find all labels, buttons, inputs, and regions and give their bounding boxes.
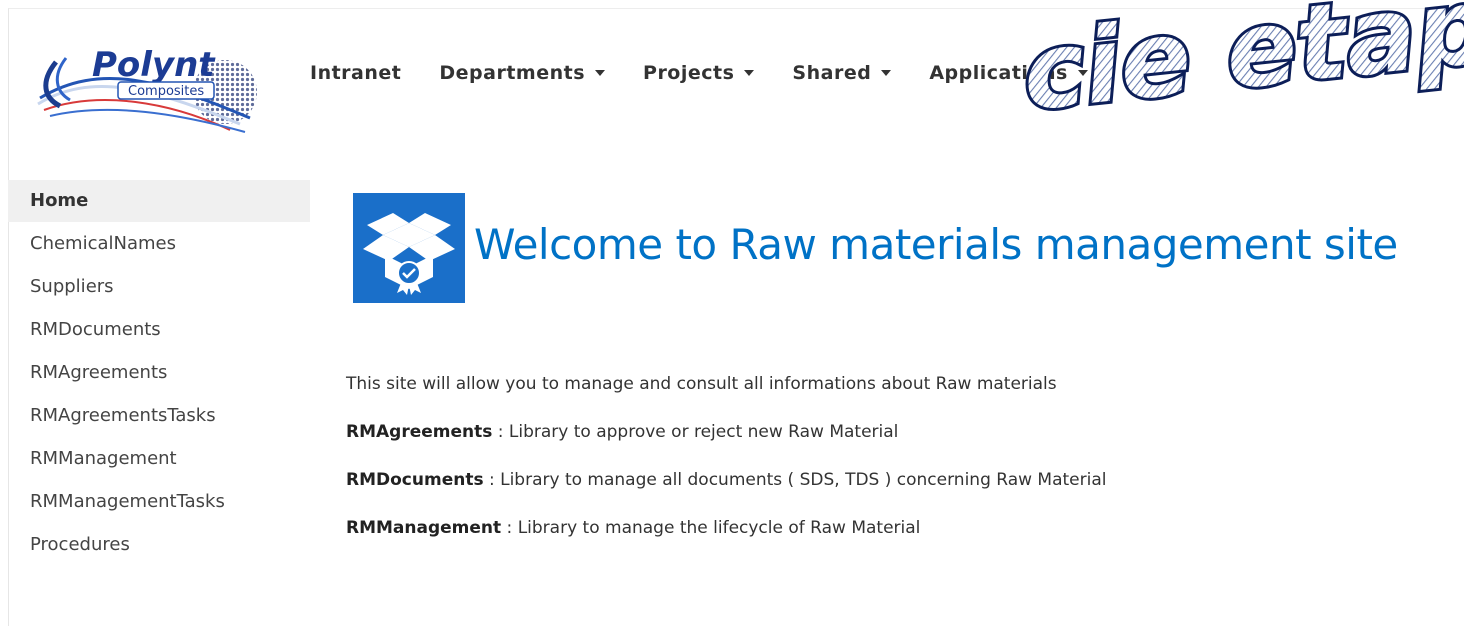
library-line-rmdocuments: RMDocuments : Library to manage all docu… — [346, 470, 1107, 490]
library-line-rmmanagement: RMManagement : Library to manage the lif… — [346, 518, 921, 538]
library-name[interactable]: RMDocuments — [346, 470, 484, 490]
welcome-content: This site will allow you to manage and c… — [346, 372, 1107, 564]
chevron-down-icon — [595, 70, 606, 76]
page-title: Welcome to Raw materials management site — [474, 220, 1398, 270]
chevron-down-icon — [881, 70, 892, 76]
logo-name: Polynt — [92, 45, 216, 85]
library-name[interactable]: RMManagement — [346, 518, 501, 538]
nav-projects[interactable]: Projects — [643, 62, 755, 84]
watermark-overlay: cie etap — [1014, 0, 1464, 120]
sidebar-item-rmdocuments[interactable]: RMDocuments — [8, 308, 310, 351]
box-package-icon — [353, 193, 465, 303]
watermark-text: cie etap — [1017, 0, 1464, 120]
chevron-down-icon — [744, 70, 755, 76]
sidebar-item-home[interactable]: Home — [8, 180, 310, 222]
nav-intranet[interactable]: Intranet — [310, 62, 401, 84]
sidebar-item-rmagreements[interactable]: RMAgreements — [8, 351, 310, 394]
sidebar-item-suppliers[interactable]: Suppliers — [8, 265, 310, 308]
sidebar-item-rmmanagement[interactable]: RMManagement — [8, 437, 310, 480]
library-name[interactable]: RMAgreements — [346, 422, 492, 442]
intro-text: This site will allow you to manage and c… — [346, 374, 1057, 394]
sidebar-item-chemicalnames[interactable]: ChemicalNames — [8, 222, 310, 265]
nav-departments[interactable]: Departments — [439, 62, 606, 84]
library-line-rmagreements: RMAgreements : Library to approve or rej… — [346, 422, 899, 442]
logo-sub: Composites — [128, 84, 204, 99]
polynt-logo[interactable]: Polynt Composites — [30, 32, 260, 138]
left-sidebar: Home ChemicalNames Suppliers RMDocuments… — [8, 180, 310, 566]
sidebar-item-rmagreementstasks[interactable]: RMAgreementsTasks — [8, 394, 310, 437]
sidebar-item-rmmanagementtasks[interactable]: RMManagementTasks — [8, 480, 310, 523]
sidebar-item-procedures[interactable]: Procedures — [8, 523, 310, 566]
nav-shared[interactable]: Shared — [792, 62, 892, 84]
